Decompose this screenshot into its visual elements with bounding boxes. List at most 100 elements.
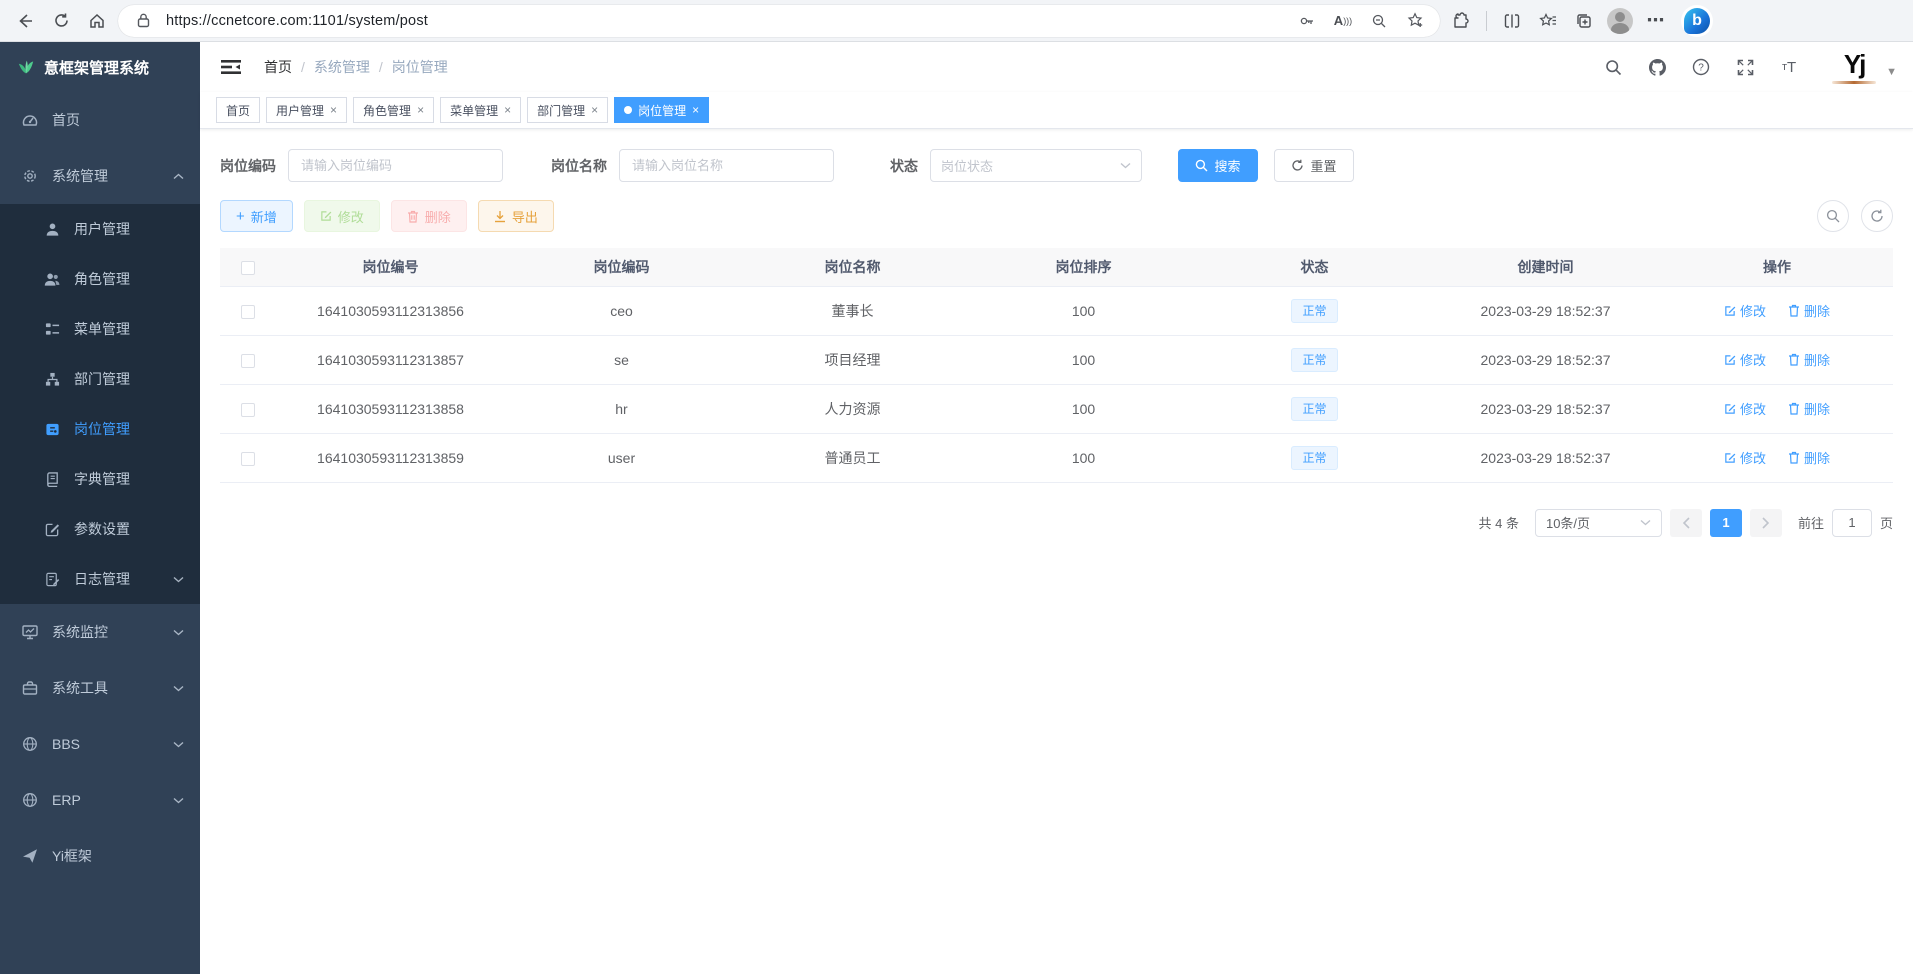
page-number-button[interactable]: 1 — [1710, 509, 1742, 537]
sidebar-item-dict-mgmt[interactable]: 字典管理 — [0, 454, 200, 504]
row-delete-link[interactable]: 删除 — [1788, 399, 1830, 418]
sidebar-item-user-mgmt[interactable]: 用户管理 — [0, 204, 200, 254]
status-label: 状态 — [890, 156, 918, 176]
sidebar-item-role-mgmt[interactable]: 角色管理 — [0, 254, 200, 304]
org-tree-icon — [44, 371, 60, 387]
prev-page-button[interactable] — [1670, 509, 1702, 537]
export-button[interactable]: 导出 — [478, 200, 554, 232]
font-size-icon[interactable]: тT — [1774, 52, 1804, 82]
sidebar-item-dept-mgmt[interactable]: 部门管理 — [0, 354, 200, 404]
chevron-down-icon — [173, 797, 184, 804]
tag-dept-mgmt[interactable]: 部门管理× — [527, 97, 608, 123]
row-edit-link[interactable]: 修改 — [1724, 350, 1766, 369]
sidebar-item-home[interactable]: 首页 — [0, 92, 200, 148]
sidebar-item-system-monitor[interactable]: 系统监控 — [0, 604, 200, 660]
row-checkbox[interactable] — [241, 305, 255, 319]
edit-button[interactable]: 修改 — [304, 200, 380, 232]
sidebar-item-bbs[interactable]: BBS — [0, 716, 200, 772]
table-row[interactable]: 1641030593112313858 hr 人力资源 100 正常 2023-… — [220, 384, 1893, 433]
breadcrumb-home[interactable]: 首页 — [264, 57, 292, 77]
extensions-icon[interactable] — [1446, 6, 1476, 36]
sidebar-item-menu-mgmt[interactable]: 菜单管理 — [0, 304, 200, 354]
tag-home[interactable]: 首页 — [216, 97, 260, 123]
row-edit-link[interactable]: 修改 — [1724, 301, 1766, 320]
header-search-icon[interactable] — [1598, 52, 1628, 82]
breadcrumb-system[interactable]: 系统管理 — [314, 57, 370, 77]
close-icon[interactable]: × — [591, 103, 598, 117]
post-code-label: 岗位编码 — [220, 156, 276, 176]
sidebar-item-yi-framework[interactable]: Yi框架 — [0, 828, 200, 884]
row-checkbox[interactable] — [241, 403, 255, 417]
add-favorite-icon[interactable] — [1402, 8, 1428, 34]
user-avatar-menu[interactable]: Yj ▼ — [1832, 51, 1897, 84]
close-icon[interactable]: × — [417, 103, 424, 117]
reset-button[interactable]: 重置 — [1274, 149, 1354, 182]
lock-icon[interactable] — [130, 8, 156, 34]
toggle-search-button[interactable] — [1817, 200, 1849, 232]
sidebar-item-system-tools[interactable]: 系统工具 — [0, 660, 200, 716]
refresh-icon[interactable] — [46, 6, 76, 36]
table-row[interactable]: 1641030593112313859 user 普通员工 100 正常 202… — [220, 433, 1893, 482]
close-icon[interactable]: × — [504, 103, 511, 117]
more-options-icon[interactable]: ⋯ — [1641, 6, 1671, 36]
address-bar[interactable]: https://ccnetcore.com:1101/system/post A… — [118, 5, 1440, 37]
trash-icon — [1788, 304, 1800, 317]
tag-post-mgmt[interactable]: 岗位管理× — [614, 97, 709, 123]
sidebar-item-log-mgmt[interactable]: 日志管理 — [0, 554, 200, 604]
sidebar-item-param-settings[interactable]: 参数设置 — [0, 504, 200, 554]
next-page-button[interactable] — [1750, 509, 1782, 537]
post-name-input[interactable] — [619, 149, 834, 182]
sidebar-item-system-mgmt[interactable]: 系统管理 — [0, 148, 200, 204]
help-icon[interactable]: ? — [1686, 52, 1716, 82]
table-row[interactable]: 1641030593112313856 ceo 董事长 100 正常 2023-… — [220, 286, 1893, 335]
close-icon[interactable]: × — [692, 103, 699, 117]
post-code-input[interactable] — [288, 149, 503, 182]
cell-created: 2023-03-29 18:52:37 — [1430, 384, 1661, 433]
row-edit-link[interactable]: 修改 — [1724, 448, 1766, 467]
cell-created: 2023-03-29 18:52:37 — [1430, 335, 1661, 384]
goto-page-input[interactable] — [1832, 509, 1872, 537]
cell-post-sort: 100 — [968, 384, 1199, 433]
page-size-select[interactable]: 10条/页 — [1535, 509, 1662, 537]
table-row[interactable]: 1641030593112313857 se 项目经理 100 正常 2023-… — [220, 335, 1893, 384]
home-icon[interactable] — [82, 6, 112, 36]
app-title: 意框架管理系统 — [44, 57, 149, 78]
zoom-out-icon[interactable] — [1366, 8, 1392, 34]
row-checkbox[interactable] — [241, 452, 255, 466]
refresh-table-button[interactable] — [1861, 200, 1893, 232]
github-icon[interactable] — [1642, 52, 1672, 82]
back-icon[interactable] — [10, 6, 40, 36]
avatar: Yj — [1832, 51, 1876, 84]
copilot-icon[interactable]: b — [1681, 5, 1713, 37]
password-key-icon[interactable] — [1294, 8, 1320, 34]
row-delete-link[interactable]: 删除 — [1788, 350, 1830, 369]
row-delete-link[interactable]: 删除 — [1788, 301, 1830, 320]
sidebar-item-erp[interactable]: ERP — [0, 772, 200, 828]
row-edit-link[interactable]: 修改 — [1724, 399, 1766, 418]
add-button[interactable]: + 新增 — [220, 200, 293, 232]
tag-menu-mgmt[interactable]: 菜单管理× — [440, 97, 521, 123]
read-aloud-icon[interactable]: A))) — [1330, 8, 1356, 34]
sidebar-item-post-mgmt[interactable]: 岗位管理 — [0, 404, 200, 454]
close-icon[interactable]: × — [330, 103, 337, 117]
row-delete-link[interactable]: 删除 — [1788, 448, 1830, 467]
search-button[interactable]: 搜索 — [1178, 149, 1258, 182]
browser-profile-icon[interactable] — [1605, 6, 1635, 36]
url-text[interactable]: https://ccnetcore.com:1101/system/post — [166, 13, 1284, 29]
sidebar-fold-icon[interactable] — [216, 52, 246, 82]
favorites-icon[interactable] — [1533, 6, 1563, 36]
edit-icon — [320, 210, 332, 222]
status-select[interactable]: 岗位状态 — [930, 149, 1142, 182]
dictionary-icon — [44, 471, 60, 487]
split-screen-icon[interactable] — [1497, 6, 1527, 36]
select-all-checkbox[interactable] — [241, 261, 255, 275]
cell-post-id: 1641030593112313857 — [275, 335, 506, 384]
delete-button[interactable]: 删除 — [391, 200, 467, 232]
collections-icon[interactable] — [1569, 6, 1599, 36]
tag-role-mgmt[interactable]: 角色管理× — [353, 97, 434, 123]
app-logo[interactable]: 意框架管理系统 — [0, 42, 200, 92]
fullscreen-icon[interactable] — [1730, 52, 1760, 82]
post-badge-icon — [44, 421, 60, 437]
row-checkbox[interactable] — [241, 354, 255, 368]
tag-user-mgmt[interactable]: 用户管理× — [266, 97, 347, 123]
